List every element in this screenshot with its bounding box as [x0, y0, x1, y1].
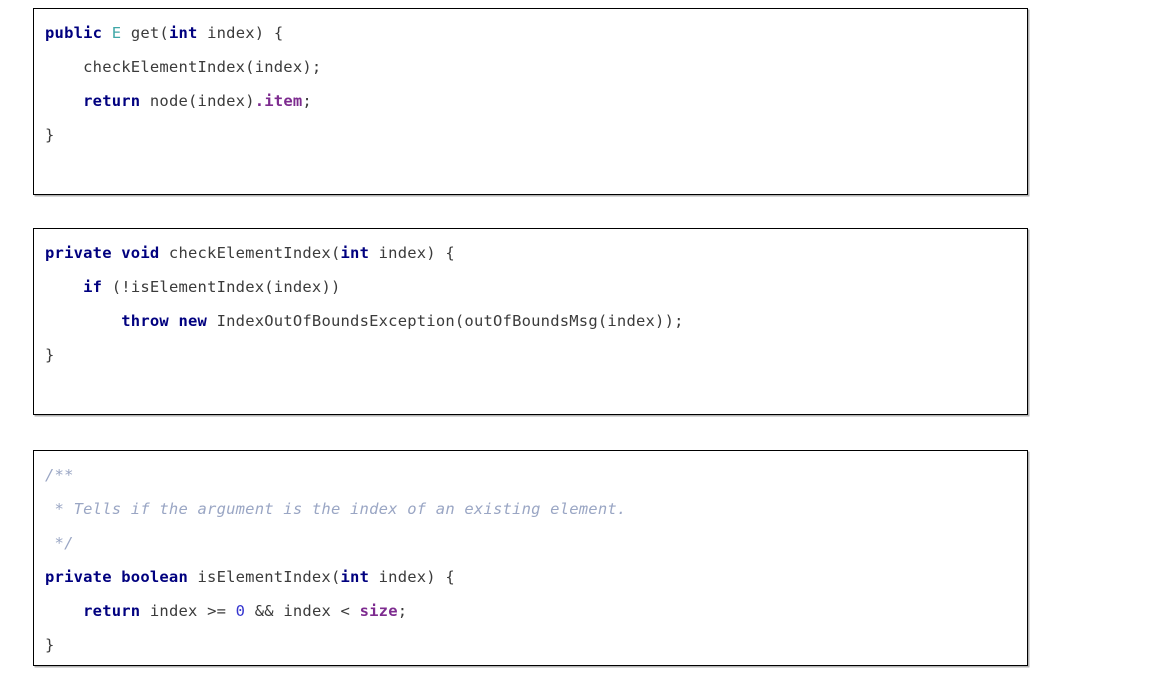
- code-token-kw: return: [83, 92, 141, 110]
- code-token-plain: }: [45, 126, 55, 144]
- code-token-plain: ;: [302, 92, 312, 110]
- code-token-plain: index) {: [197, 24, 284, 42]
- block-is-element-index: /** * Tells if the argument is the index…: [33, 450, 1028, 666]
- code-token-kw: private void: [45, 244, 160, 262]
- code-token-plain: }: [45, 636, 55, 654]
- code-token-plain: checkElementIndex(: [159, 244, 341, 262]
- code-token-type: E: [111, 24, 122, 42]
- code-token-plain: }: [45, 346, 55, 364]
- code-line: private boolean isElementIndex(int index…: [34, 560, 1027, 594]
- code-token-plain: node(index): [140, 92, 255, 110]
- code-line: }: [34, 118, 1027, 152]
- code-token-plain: ;: [397, 602, 408, 620]
- code-token-com: /**: [45, 466, 74, 484]
- block-get: public E get(int index) { checkElementIn…: [33, 8, 1028, 195]
- code-token-kw: private boolean: [45, 568, 188, 586]
- code-token-kw: int: [340, 244, 370, 262]
- code-token-plain: && index <: [245, 602, 360, 620]
- code-token-plain: checkElementIndex(index);: [45, 58, 322, 76]
- code-token-com: */: [45, 534, 74, 552]
- code-token-plain: IndexOutOfBoundsException(outOfBoundsMsg…: [207, 312, 684, 330]
- code-token-plain: index) {: [369, 244, 455, 262]
- code-line: return node(index).item;: [34, 84, 1027, 118]
- code-line: */: [34, 526, 1027, 560]
- code-token-field: .item: [254, 92, 303, 110]
- code-token-field: size: [359, 602, 398, 620]
- code-token-kw: throw new: [121, 312, 208, 330]
- code-token-kw: return: [83, 602, 141, 620]
- code-line: throw new IndexOutOfBoundsException(outO…: [34, 304, 1027, 338]
- code-snippets-page: public E get(int index) { checkElementIn…: [0, 0, 1162, 695]
- code-token-plain: index >=: [140, 602, 236, 620]
- code-line: }: [34, 628, 1027, 662]
- code-token-com: * Tells if the argument is the index of …: [45, 500, 627, 518]
- code-line: checkElementIndex(index);: [34, 50, 1027, 84]
- code-token-plain: index) {: [369, 568, 455, 586]
- code-token-num: 0: [235, 602, 246, 620]
- code-line: /**: [34, 458, 1027, 492]
- block-check-element-index: private void checkElementIndex(int index…: [33, 228, 1028, 415]
- code-token-plain: isElementIndex(: [187, 568, 341, 586]
- code-line: public E get(int index) {: [34, 16, 1027, 50]
- code-token-kw: public: [45, 24, 103, 42]
- code-token-kw: int: [340, 568, 370, 586]
- code-token-kw: if: [83, 278, 103, 296]
- code-line: private void checkElementIndex(int index…: [34, 236, 1027, 270]
- code-line: return index >= 0 && index < size;: [34, 594, 1027, 628]
- code-line: * Tells if the argument is the index of …: [34, 492, 1027, 526]
- code-line: }: [34, 338, 1027, 372]
- code-token-plain: get(: [121, 24, 169, 42]
- code-line: if (!isElementIndex(index)): [34, 270, 1027, 304]
- code-token-kw: int: [168, 24, 198, 42]
- code-token-plain: (!isElementIndex(index)): [102, 278, 341, 296]
